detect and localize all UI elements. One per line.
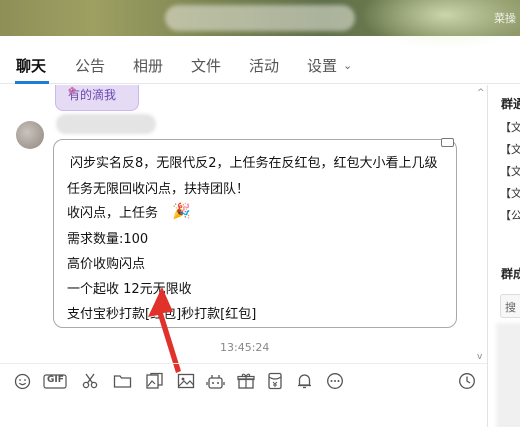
tab-settings-label: 设置 (307, 57, 338, 75)
right-info-panel: 群通 【文 【文 【文 【文 【公 群成 搜 (488, 85, 520, 427)
active-tab-underline (15, 81, 49, 84)
more-options-icon[interactable] (325, 372, 345, 390)
folder-icon[interactable] (112, 372, 132, 390)
previous-message-bubble: 有的滴我 ✿ (55, 85, 139, 111)
group-chat-window: 菜操 聊天 公告 相册 文件 活动 设置 ⌄ 有的滴我 ✿ 闪步实名反8，无限代反… (0, 0, 520, 427)
emoji-icon[interactable] (12, 372, 32, 390)
tab-settings[interactable]: 设置 ⌄ (307, 55, 352, 76)
gift-icon[interactable] (236, 372, 256, 390)
robot-icon[interactable] (205, 372, 225, 390)
image-editor-icon[interactable] (144, 372, 164, 390)
tab-files[interactable]: 文件 (191, 55, 221, 76)
announcement-item[interactable]: 【文 (500, 185, 520, 201)
chevron-down-icon: ⌄ (343, 59, 353, 72)
tab-announcement[interactable]: 公告 (75, 55, 105, 76)
message-line: 收闪点，上任务 (67, 206, 159, 221)
window-frame-icon (441, 138, 454, 147)
tab-activity[interactable]: 活动 (249, 55, 279, 76)
red-arrow-annotation (148, 287, 181, 373)
tab-chat[interactable]: 聊天 (16, 55, 46, 76)
red-packet-icon[interactable] (265, 372, 285, 390)
sparkle-icon: ✿ (68, 86, 77, 97)
message-line: 高价收购闪点 (67, 257, 146, 272)
chat-scrollbar[interactable]: ^ v (475, 86, 486, 362)
sender-avatar[interactable] (16, 121, 44, 149)
announcement-item[interactable]: 【文 (500, 141, 520, 157)
header-banner: 菜操 (0, 0, 520, 50)
message-timestamp: 13:45:24 (220, 341, 270, 354)
banner-corner-text: 菜操 (494, 12, 516, 25)
image-icon[interactable] (176, 372, 196, 390)
message-line: 需求数量:100 (67, 232, 149, 247)
member-list-blurred (496, 323, 520, 427)
gif-label: GIF (47, 375, 64, 385)
party-popper-icon: 🎉 (172, 202, 191, 220)
message-line: 任务无限回收闪点，扶持团队！ (67, 182, 250, 197)
gif-icon[interactable]: GIF (43, 372, 67, 390)
announcement-item[interactable]: 【公 (500, 207, 520, 223)
input-toolbar: GIF (0, 363, 487, 397)
history-clock-icon[interactable] (457, 372, 477, 390)
scissors-icon[interactable] (80, 372, 100, 390)
chat-message-area[interactable]: 有的滴我 ✿ 闪步实名反8，无限代反2，上任务在反红包，红包大小看上几级 任务无… (0, 85, 487, 363)
scroll-down-icon[interactable]: v (477, 352, 482, 362)
announcement-item[interactable]: 【文 (500, 119, 520, 135)
members-header: 群成 (501, 267, 520, 281)
announcement-header[interactable]: 群通 (501, 95, 520, 112)
scroll-up-icon[interactable]: ^ (477, 88, 485, 98)
bell-icon[interactable] (294, 372, 314, 390)
sender-name-blurred (56, 114, 156, 134)
tab-album[interactable]: 相册 (133, 55, 163, 76)
tab-bar: 聊天 公告 相册 文件 活动 设置 ⌄ (0, 40, 520, 84)
message-bubble[interactable]: 闪步实名反8，无限代反2，上任务在反红包，红包大小看上几级 任务无限回收闪点，扶… (53, 138, 457, 328)
group-title-blurred (165, 5, 355, 31)
message-line: 闪步实名反8，无限代反2，上任务在反红包，红包大小看上几级 (70, 156, 438, 171)
announcement-item[interactable]: 【文 (500, 163, 520, 179)
message-line-with-emoji: 收闪点，上任务 🎉 (67, 202, 191, 221)
member-search-label: 搜 (505, 301, 516, 314)
member-search-input[interactable]: 搜 (500, 294, 520, 318)
